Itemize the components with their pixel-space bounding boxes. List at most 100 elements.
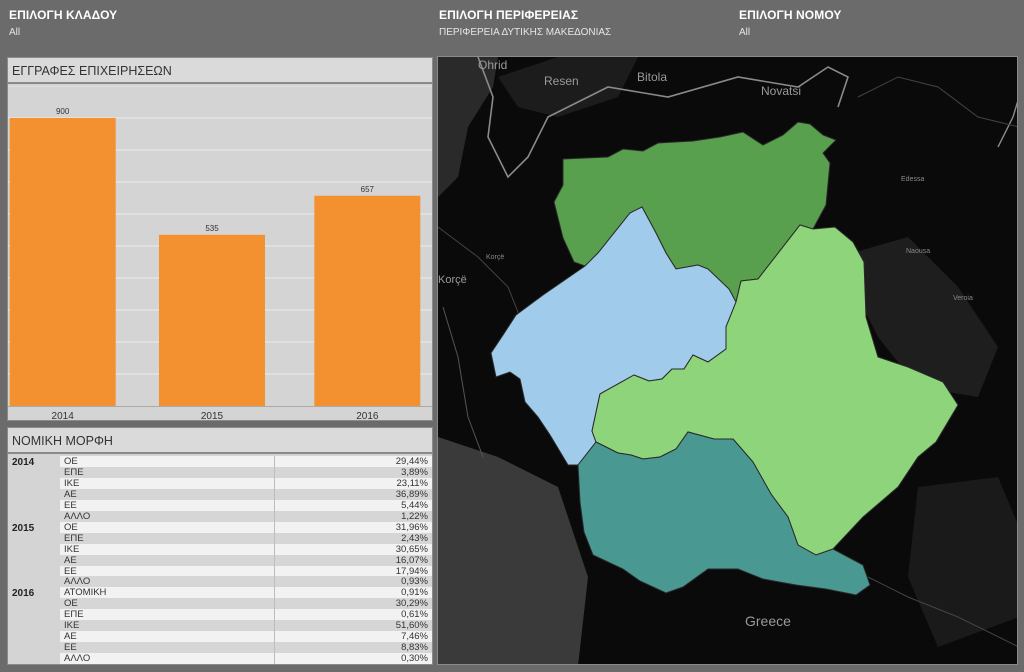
region-map[interactable]: Ohrid Resen Bitola Novatsi Korçë Korçë E… <box>437 56 1018 665</box>
row-background <box>60 488 432 500</box>
row-background <box>60 466 432 478</box>
map-label-resen: Resen <box>544 74 579 88</box>
row-background <box>60 521 432 533</box>
table-row[interactable]: ΕΠΕ 2,43% <box>8 532 432 544</box>
table-row[interactable]: ΑΕ 16,07% <box>8 554 432 566</box>
legal-form-label: ΑΕ <box>64 554 77 566</box>
legal-form-label: ΑΕ <box>64 631 77 643</box>
column-divider <box>274 532 275 544</box>
legal-form-label: ΕΕ <box>64 642 77 654</box>
table-row[interactable]: ΙΚΕ 23,11% <box>8 477 432 489</box>
column-divider <box>274 521 275 533</box>
table-row[interactable]: ΑΛΛΟ 1,22% <box>8 510 432 522</box>
legal-form-label: ΙΚΕ <box>64 543 80 555</box>
percentage-value: 8,83% <box>401 642 428 654</box>
map-label-bitola: Bitola <box>637 70 668 84</box>
table-row[interactable]: ΑΕ 36,89% <box>8 488 432 500</box>
table-row[interactable]: ΙΚΕ 51,60% <box>8 620 432 632</box>
map-label-korce: Korçë <box>438 274 467 286</box>
row-background <box>60 631 432 643</box>
registrations-chart-title: ΕΓΓΡΑΦΕΣ ΕΠΙΧΕΙΡΗΣΕΩΝ <box>8 58 432 84</box>
row-background <box>60 565 432 577</box>
percentage-value: 0,93% <box>401 576 428 588</box>
row-background <box>60 543 432 555</box>
legal-form-label: ΟΕ <box>64 521 78 533</box>
column-divider <box>274 499 275 511</box>
filter-branch-title: ΕΠΙΛΟΓΗ ΚΛΑΔΟΥ <box>9 8 118 22</box>
data-label-2015: 535 <box>205 224 219 233</box>
table-row[interactable]: 2015 ΟΕ 31,96% <box>8 521 432 534</box>
bar-2016[interactable] <box>314 195 421 406</box>
row-background <box>60 499 432 511</box>
column-divider <box>274 631 275 643</box>
row-background <box>60 587 432 599</box>
legal-form-panel: ΝΟΜΙΚΗ ΜΟΡΦΗ 2014 ΟΕ 29,44% ΕΠΕ 3,89% ΙΚΕ 23,1… <box>7 427 433 665</box>
legal-form-label: ΑΕ <box>64 488 77 500</box>
legal-form-label: ΕΕ <box>64 499 77 511</box>
percentage-value: 0,61% <box>401 609 428 621</box>
legal-form-label: ΑΤΟΜΙΚΗ <box>64 587 107 599</box>
legal-form-label: ΟΕ <box>64 456 78 467</box>
percentage-value: 30,65% <box>395 543 428 555</box>
legal-form-label: ΕΕ <box>64 565 77 577</box>
row-background <box>60 477 432 489</box>
filter-region-value[interactable]: ΠΕΡΙΦΕΡΕΙΑ ΔΥΤΙΚΗΣ ΜΑΚΕΔΟΝΙΑΣ <box>439 27 611 38</box>
column-divider <box>274 466 275 478</box>
map-label-veroia: Veroia <box>953 295 973 302</box>
column-divider <box>274 510 275 522</box>
table-row[interactable]: ΕΠΕ 3,89% <box>8 466 432 478</box>
column-divider <box>274 565 275 577</box>
percentage-value: 31,96% <box>395 521 428 533</box>
table-row[interactable]: 2014 ΟΕ 29,44% <box>8 456 432 468</box>
filter-branch-value[interactable]: All <box>9 27 117 38</box>
map-label-greece: Greece <box>745 613 791 629</box>
table-row[interactable]: ΕΠΕ 0,61% <box>8 609 432 621</box>
filter-region[interactable]: ΕΠΙΛΟΓΗ ΠΕΡΙΦΕΡΕΙΑΣ ΠΕΡΙΦΕΡΕΙΑ ΔΥΤΙΚΗΣ Μ… <box>439 8 611 38</box>
bar-2015[interactable] <box>159 234 265 406</box>
map-label-naousa: Naousa <box>906 248 931 255</box>
table-row[interactable]: ΕΕ 5,44% <box>8 499 432 511</box>
map-label-novatsi: Novatsi <box>761 84 802 98</box>
column-divider <box>274 598 275 610</box>
row-background <box>60 532 432 544</box>
table-row[interactable]: ΑΛΛΟ 0,93% <box>8 576 432 588</box>
bar-2014[interactable] <box>9 118 116 406</box>
legal-form-label: ΕΠΕ <box>64 466 84 478</box>
map-canvas[interactable] <box>438 57 1018 665</box>
table-row[interactable]: ΑΛΛΟ 0,30% <box>8 653 432 664</box>
row-background <box>60 653 432 664</box>
table-row[interactable]: ΑΕ 7,46% <box>8 631 432 643</box>
percentage-value: 7,46% <box>401 631 428 643</box>
column-divider <box>274 642 275 654</box>
map-label-ohrid: Ohrid <box>478 58 508 72</box>
row-background <box>60 576 432 588</box>
legal-form-label: ΙΚΕ <box>64 477 80 489</box>
percentage-value: 5,44% <box>401 499 428 511</box>
legal-form-label: ΕΠΕ <box>64 532 84 544</box>
filter-prefecture[interactable]: ΕΠΙΛΟΓΗ ΝΟΜΟΥ All <box>739 8 842 38</box>
table-row[interactable]: 2016 ΑΤΟΜΙΚΗ 0,91% <box>8 587 432 599</box>
legal-form-label: ΑΛΛΟ <box>64 653 91 664</box>
filter-prefecture-value[interactable]: All <box>739 27 842 38</box>
legal-form-label: ΕΠΕ <box>64 609 84 621</box>
registrations-chart-panel: ΕΓΓΡΑΦΕΣ ΕΠΙΧΕΙΡΗΣΕΩΝ 900 2014 535 2015 657 2… <box>7 57 433 421</box>
column-divider <box>274 488 275 500</box>
table-row[interactable]: ΟΕ 30,29% <box>8 598 432 610</box>
data-label-2014: 900 <box>56 107 70 116</box>
column-divider <box>274 477 275 489</box>
row-background <box>60 620 432 632</box>
percentage-value: 3,89% <box>401 466 428 478</box>
x-tick-2014: 2014 <box>52 411 75 420</box>
legal-form-label: ΑΛΛΟ <box>64 576 91 588</box>
table-row[interactable]: ΕΕ 17,94% <box>8 565 432 577</box>
percentage-value: 0,30% <box>401 653 428 664</box>
table-row[interactable]: ΕΕ 8,83% <box>8 642 432 654</box>
column-divider <box>274 456 275 467</box>
percentage-value: 51,60% <box>395 620 428 632</box>
row-background <box>60 510 432 522</box>
legal-form-label: ΑΛΛΟ <box>64 510 91 522</box>
legal-form-table[interactable]: 2014 ΟΕ 29,44% ΕΠΕ 3,89% ΙΚΕ 23,11% ΑΕ 36,89% ΕΕ 5… <box>8 456 432 664</box>
filter-branch[interactable]: ΕΠΙΛΟΓΗ ΚΛΑΔΟΥ All <box>9 8 117 38</box>
table-row[interactable]: ΙΚΕ 30,65% <box>8 543 432 555</box>
percentage-value: 0,91% <box>401 587 428 599</box>
